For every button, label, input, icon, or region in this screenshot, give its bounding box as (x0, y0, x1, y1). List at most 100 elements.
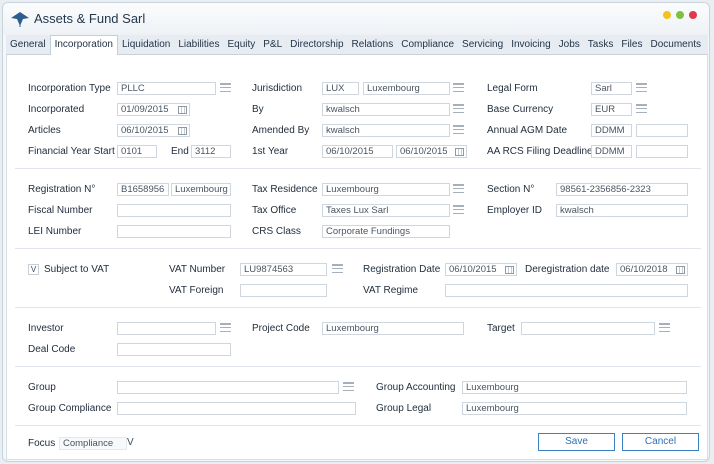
rcs-extra-field[interactable] (636, 145, 688, 158)
by-field[interactable]: kwalsch (322, 103, 450, 116)
tab-tasks[interactable]: Tasks (584, 35, 618, 54)
tab-jobs[interactable]: Jobs (555, 35, 584, 54)
jurisdiction-code-field[interactable]: LUX (322, 82, 359, 95)
lei-number-field[interactable] (117, 225, 231, 238)
agm-extra-field[interactable] (636, 124, 688, 137)
tab-equity[interactable]: Equity (223, 35, 259, 54)
financial-year-start-label: Financial Year Start (28, 146, 115, 157)
subject-to-vat-label: Subject to VAT (44, 264, 110, 275)
base-currency-list-icon[interactable] (636, 104, 647, 115)
legal-form-label: Legal Form (487, 83, 538, 94)
by-list-icon[interactable] (453, 104, 464, 115)
subject-to-vat-checkbox[interactable]: V (28, 264, 39, 275)
amended-by-label: Amended By (252, 125, 310, 136)
close-button[interactable] (689, 11, 697, 19)
calendar-icon[interactable] (505, 266, 514, 274)
tab-compliance[interactable]: Compliance (397, 35, 458, 54)
calendar-icon[interactable] (455, 148, 464, 156)
divider (15, 307, 701, 308)
articles-date-field[interactable]: 06/10/2015 (117, 124, 190, 137)
tab-relations[interactable]: Relations (348, 35, 398, 54)
registration-number-field[interactable]: B1658956 (117, 183, 169, 196)
group-field[interactable] (117, 381, 339, 394)
project-code-label: Project Code (252, 323, 310, 334)
legal-form-list-icon[interactable] (636, 83, 647, 94)
amended-by-list-icon[interactable] (453, 125, 464, 136)
group-legal-field[interactable]: Luxembourg (462, 402, 687, 415)
vat-number-field[interactable]: LU9874563 (240, 263, 327, 276)
tab-pnl[interactable]: P&L (259, 35, 286, 54)
divider (15, 425, 701, 426)
manta-logo-icon (11, 12, 29, 27)
tab-general[interactable]: General (6, 35, 50, 54)
vat-registration-date-field[interactable]: 06/10/2015 (445, 263, 517, 276)
tab-liquidation[interactable]: Liquidation (118, 35, 174, 54)
tab-incorporation[interactable]: Incorporation (49, 35, 118, 56)
focus-select[interactable]: Compliance (59, 437, 127, 450)
jurisdiction-list-icon[interactable] (453, 83, 464, 94)
calendar-icon[interactable] (178, 127, 187, 135)
target-label: Target (487, 323, 515, 334)
incorporated-date-field[interactable]: 01/09/2015 (117, 103, 190, 116)
target-field[interactable] (521, 322, 655, 335)
investor-field[interactable] (117, 322, 216, 335)
cancel-button[interactable]: Cancel (622, 433, 699, 451)
tab-files[interactable]: Files (617, 35, 646, 54)
jurisdiction-label: Jurisdiction (252, 83, 303, 94)
tab-documents[interactable]: Documents (646, 35, 705, 54)
tax-residence-field[interactable]: Luxembourg (322, 183, 450, 196)
fiscal-number-field[interactable] (117, 204, 231, 217)
jurisdiction-name-field[interactable]: Luxembourg (363, 82, 450, 95)
financial-year-start-field[interactable]: 0101 (117, 145, 157, 158)
vat-registration-date-label: Registration Date (363, 264, 441, 275)
base-currency-field[interactable]: EUR (591, 103, 632, 116)
section-number-field[interactable]: 98561-2356856-2323 (556, 183, 688, 196)
calendar-icon[interactable] (676, 266, 685, 274)
first-year-from-field[interactable]: 06/10/2015 (322, 145, 393, 158)
incorporation-type-field[interactable]: PLLC (117, 82, 216, 95)
divider (15, 248, 701, 249)
project-code-field[interactable]: Luxembourg (322, 322, 464, 335)
calendar-icon[interactable] (178, 106, 187, 114)
deal-code-label: Deal Code (28, 344, 76, 355)
legal-form-field[interactable]: Sarl (591, 82, 632, 95)
deal-code-field[interactable] (117, 343, 231, 356)
tab-liabilities[interactable]: Liabilities (174, 35, 223, 54)
title-bar: Assets & Fund Sarl (3, 3, 709, 35)
chevron-down-icon[interactable]: V (127, 437, 134, 448)
tax-office-field[interactable]: Taxes Lux Sarl (322, 204, 450, 217)
first-year-to-field[interactable]: 06/10/2015 (396, 145, 467, 158)
vat-regime-field[interactable] (445, 284, 688, 297)
group-accounting-field[interactable]: Luxembourg (462, 381, 687, 394)
tax-residence-label: Tax Residence (252, 184, 318, 195)
amended-by-field[interactable]: kwalsch (322, 124, 450, 137)
vat-number-list-icon[interactable] (332, 264, 343, 275)
maximize-button[interactable] (676, 11, 684, 19)
tax-office-label: Tax Office (252, 205, 297, 216)
registration-place-field[interactable]: Luxembourg (171, 183, 231, 196)
group-list-icon[interactable] (343, 382, 354, 393)
tab-invoicing[interactable]: Invoicing (507, 35, 554, 54)
section-number-label: Section N° (487, 184, 535, 195)
employer-id-field[interactable]: kwalsch (556, 204, 688, 217)
deregistration-date-field[interactable]: 06/10/2018 (616, 263, 688, 276)
vat-foreign-field[interactable] (240, 284, 327, 297)
window-controls (663, 11, 697, 19)
employer-id-label: Employer ID (487, 205, 543, 216)
investor-list-icon[interactable] (220, 323, 231, 334)
tab-directorship[interactable]: Directorship (286, 35, 347, 54)
tax-residence-list-icon[interactable] (453, 184, 464, 195)
end-field[interactable]: 3112 (191, 145, 231, 158)
incorporation-type-list-icon[interactable] (220, 83, 231, 94)
tab-servicing[interactable]: Servicing (458, 35, 507, 54)
target-list-icon[interactable] (659, 323, 670, 334)
first-year-label: 1st Year (252, 146, 289, 157)
incorporation-type-label: Incorporation Type (28, 83, 111, 94)
agm-date-field[interactable]: DDMM (591, 124, 632, 137)
rcs-deadline-field[interactable]: DDMM (591, 145, 632, 158)
group-compliance-field[interactable] (117, 402, 356, 415)
crs-class-field[interactable]: Corporate Fundings (322, 225, 450, 238)
save-button[interactable]: Save (538, 433, 615, 451)
tax-office-list-icon[interactable] (453, 205, 464, 216)
minimize-button[interactable] (663, 11, 671, 19)
